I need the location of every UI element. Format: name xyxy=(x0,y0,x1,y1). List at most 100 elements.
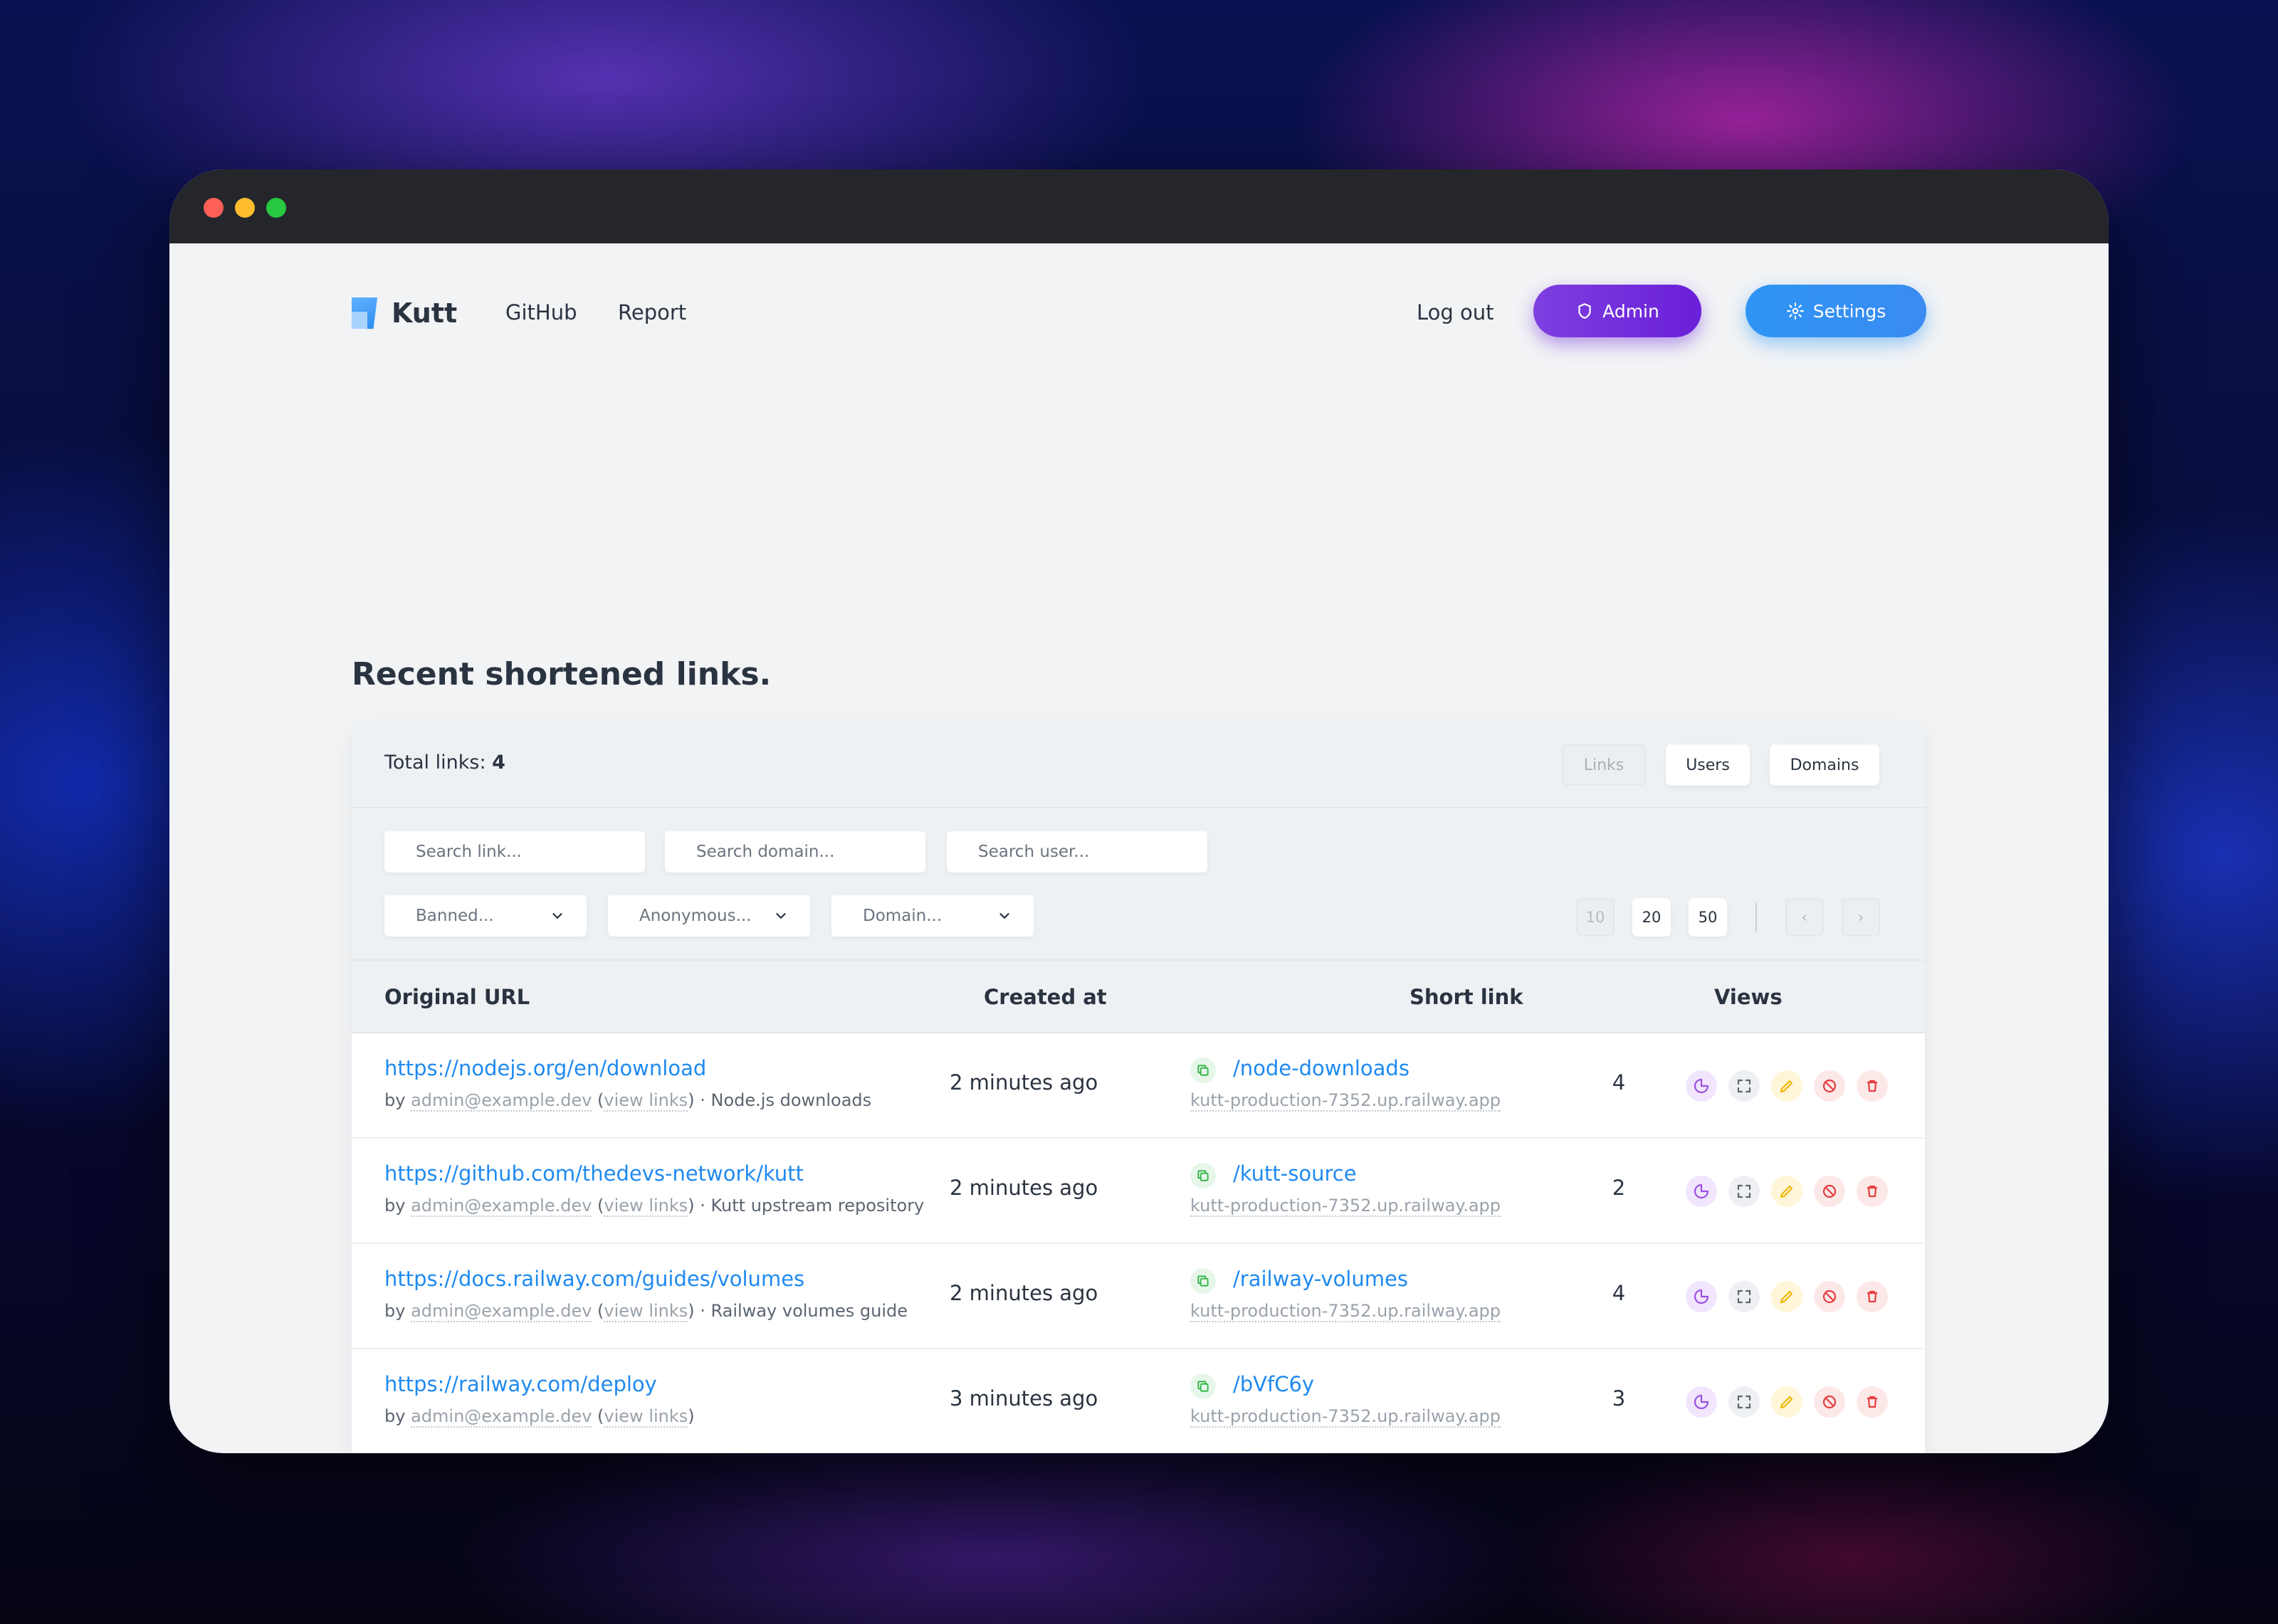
view-links-link[interactable]: view links xyxy=(604,1301,688,1322)
delete-button[interactable] xyxy=(1857,1281,1888,1312)
table-row: https://railway.com/deploy by admin@exam… xyxy=(352,1349,1925,1453)
original-url-link[interactable]: https://docs.railway.com/guides/volumes xyxy=(384,1267,804,1291)
domain-select[interactable]: Domain... xyxy=(831,895,1034,937)
short-link[interactable]: /railway-volumes xyxy=(1233,1267,1408,1291)
user-email-link[interactable]: admin@example.dev xyxy=(411,1196,592,1217)
created-at: 2 minutes ago xyxy=(950,1281,1098,1305)
copy-button[interactable] xyxy=(1190,1058,1216,1083)
view-links-link[interactable]: view links xyxy=(604,1090,688,1112)
anonymous-select-value: Anonymous... xyxy=(639,907,752,925)
user-email-link[interactable]: admin@example.dev xyxy=(411,1090,592,1112)
qr-code-icon xyxy=(1737,1184,1751,1198)
ban-icon xyxy=(1822,1079,1837,1093)
ban-button[interactable] xyxy=(1814,1176,1845,1207)
page-title: Recent shortened links. xyxy=(352,656,772,692)
original-url-link[interactable]: https://railway.com/deploy xyxy=(384,1372,657,1396)
table-row: https://docs.railway.com/guides/volumes … xyxy=(352,1244,1925,1349)
stats-button[interactable] xyxy=(1686,1386,1717,1418)
original-url-link[interactable]: https://github.com/thedevs-network/kutt xyxy=(384,1161,804,1186)
user-email-link[interactable]: admin@example.dev xyxy=(411,1406,592,1428)
admin-button[interactable]: Admin xyxy=(1533,285,1701,337)
search-link-input[interactable]: Search link... xyxy=(384,831,645,872)
pencil-icon xyxy=(1780,1185,1793,1198)
copy-icon xyxy=(1197,1275,1209,1287)
short-link[interactable]: /kutt-source xyxy=(1233,1161,1357,1186)
chevron-down-icon xyxy=(552,913,562,919)
edit-button[interactable] xyxy=(1771,1070,1802,1102)
maximize-window-button[interactable] xyxy=(266,198,286,218)
qr-code-icon xyxy=(1737,1395,1751,1409)
window-titlebar xyxy=(169,169,2109,243)
copy-button[interactable] xyxy=(1190,1373,1216,1399)
qr-code-button[interactable] xyxy=(1728,1281,1760,1312)
created-at: 3 minutes ago xyxy=(950,1386,1098,1411)
view-links-link[interactable]: view links xyxy=(604,1196,688,1217)
tab-links[interactable]: Links xyxy=(1562,744,1646,786)
page-size-10[interactable]: 10 xyxy=(1576,898,1615,937)
views-count: 2 xyxy=(1612,1176,1626,1200)
view-links-link[interactable]: view links xyxy=(604,1406,688,1428)
edit-button[interactable] xyxy=(1771,1281,1802,1312)
copy-button[interactable] xyxy=(1190,1163,1216,1188)
settings-button[interactable]: Settings xyxy=(1746,285,1926,337)
col-short-link: Short link xyxy=(1410,985,1523,1009)
link-meta: by admin@example.dev (view links) · Rail… xyxy=(384,1301,908,1322)
short-link[interactable]: /node-downloads xyxy=(1233,1056,1410,1080)
ban-button[interactable] xyxy=(1814,1281,1845,1312)
brand-name: Kutt xyxy=(392,297,458,329)
ban-button[interactable] xyxy=(1814,1070,1845,1102)
banned-select[interactable]: Banned... xyxy=(384,895,587,937)
short-link-domain: kutt-production-7352.up.railway.app xyxy=(1190,1090,1501,1112)
nav-github-link[interactable]: GitHub xyxy=(505,300,577,325)
link-meta: by admin@example.dev (view links) · Node… xyxy=(384,1090,872,1112)
original-url-link[interactable]: https://nodejs.org/en/download xyxy=(384,1056,706,1080)
stats-button[interactable] xyxy=(1686,1070,1717,1102)
stats-icon xyxy=(1694,1078,1709,1094)
table-row: https://nodejs.org/en/download by admin@… xyxy=(352,1033,1925,1139)
edit-button[interactable] xyxy=(1771,1386,1802,1418)
table-row: https://github.com/thedevs-network/kutt … xyxy=(352,1139,1925,1244)
ban-icon xyxy=(1822,1395,1837,1409)
edit-button[interactable] xyxy=(1771,1176,1802,1207)
search-user-input[interactable]: Search user... xyxy=(947,831,1207,872)
copy-button[interactable] xyxy=(1190,1268,1216,1294)
next-page-button[interactable]: › xyxy=(1842,898,1880,937)
tab-domains[interactable]: Domains xyxy=(1770,744,1879,786)
delete-button[interactable] xyxy=(1857,1176,1888,1207)
qr-code-button[interactable] xyxy=(1728,1070,1760,1102)
search-domain-input[interactable]: Search domain... xyxy=(665,831,925,872)
page-size-20[interactable]: 20 xyxy=(1632,898,1671,937)
short-link-domain: kutt-production-7352.up.railway.app xyxy=(1190,1301,1501,1322)
page-size-50[interactable]: 50 xyxy=(1689,898,1727,937)
tab-users[interactable]: Users xyxy=(1666,744,1750,786)
short-link[interactable]: /bVfC6y xyxy=(1233,1372,1314,1396)
trash-icon xyxy=(1867,1290,1877,1303)
brand-logo[interactable]: Kutt xyxy=(352,297,457,329)
delete-button[interactable] xyxy=(1857,1386,1888,1418)
table-header: Original URL Created at Short link Views xyxy=(352,959,1925,1033)
banned-select-value: Banned... xyxy=(416,907,494,925)
stats-button[interactable] xyxy=(1686,1281,1717,1312)
qr-code-button[interactable] xyxy=(1728,1386,1760,1418)
qr-code-icon xyxy=(1737,1079,1751,1093)
by-label: by xyxy=(384,1301,406,1321)
ban-icon xyxy=(1822,1184,1837,1198)
delete-button[interactable] xyxy=(1857,1070,1888,1102)
anonymous-select[interactable]: Anonymous... xyxy=(608,895,810,937)
stats-icon xyxy=(1694,1183,1709,1199)
close-window-button[interactable] xyxy=(204,198,224,218)
nav-report-link[interactable]: Report xyxy=(618,300,686,325)
total-links: Total links: 4 xyxy=(384,752,505,774)
qr-code-button[interactable] xyxy=(1728,1176,1760,1207)
logout-link[interactable]: Log out xyxy=(1417,300,1494,325)
minimize-window-button[interactable] xyxy=(235,198,255,218)
ban-button[interactable] xyxy=(1814,1386,1845,1418)
chevron-down-icon xyxy=(776,913,786,919)
page-content: Kutt GitHub Report Log out Admin Setting… xyxy=(169,243,2109,1453)
stats-button[interactable] xyxy=(1686,1176,1717,1207)
stats-icon xyxy=(1694,1394,1709,1410)
chevron-down-icon xyxy=(999,913,1009,919)
prev-page-button[interactable]: ‹ xyxy=(1785,898,1824,937)
user-email-link[interactable]: admin@example.dev xyxy=(411,1301,592,1322)
created-at: 2 minutes ago xyxy=(950,1176,1098,1200)
